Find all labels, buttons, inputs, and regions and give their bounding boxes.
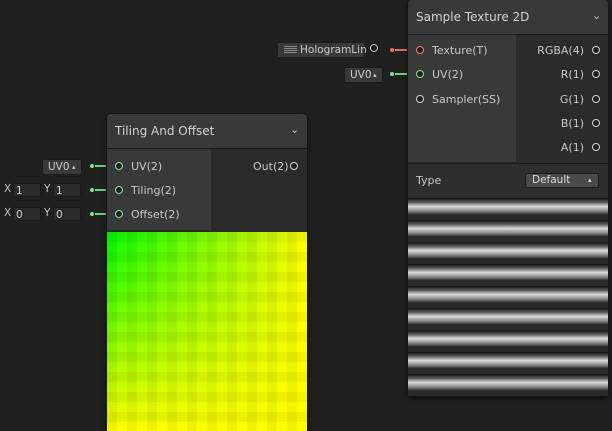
uv-input-port[interactable]	[115, 162, 123, 170]
object-picker-icon[interactable]	[370, 44, 378, 52]
dropdown-arrows-icon: ▴	[373, 71, 377, 79]
hologram-line	[408, 374, 608, 391]
offset-x-field[interactable]: 0	[13, 207, 41, 221]
tiling-input-port[interactable]	[115, 186, 123, 194]
uv-input-wire-dot	[90, 164, 94, 168]
texture-thumbnail-icon	[284, 46, 297, 54]
sample-node-header[interactable]: Sample Texture 2D ⌄	[408, 0, 608, 35]
dropdown-arrows-icon: ▴	[588, 176, 592, 184]
texture-wire-dot	[390, 48, 394, 52]
hologram-line	[408, 286, 608, 303]
sample-uv-input-label: UV(2)	[432, 68, 464, 81]
r-output-label: R(1)	[560, 68, 584, 81]
b-output-port[interactable]	[592, 119, 600, 127]
tiling-y-field[interactable]: 1	[53, 183, 81, 197]
tiling-and-offset-node[interactable]: Tiling And Offset ⌄ UV(2) Tiling(2) Offs…	[107, 114, 307, 431]
hologram-line	[408, 330, 608, 347]
tiling-uv-channel-value: UV0	[48, 161, 70, 173]
hologram-line	[408, 198, 608, 215]
rgba-output-label: RGBA(4)	[537, 44, 584, 57]
texture-input-label: Texture(T)	[432, 44, 488, 57]
tiling-wire-dot	[90, 188, 94, 192]
chevron-down-icon[interactable]: ⌄	[290, 123, 299, 136]
texture-input-port[interactable]	[416, 46, 424, 54]
sample-uv-channel-dropdown[interactable]: UV0 ▴	[344, 67, 383, 83]
sampler-input-port[interactable]	[416, 95, 424, 103]
hologram-line	[408, 352, 608, 369]
tiling-x-field[interactable]: 1	[13, 183, 41, 197]
tiling-input-label: Tiling(2)	[131, 184, 177, 197]
out-output-port[interactable]	[290, 162, 298, 170]
tiling-uv-channel-dropdown[interactable]: UV0 ▴	[42, 159, 82, 175]
sample-texture-2d-node[interactable]: Sample Texture 2D ⌄ Texture(T) UV(2) Sam…	[408, 0, 608, 396]
texture-asset-name: HologramLin	[300, 44, 367, 56]
sample-uv-input-port[interactable]	[416, 70, 424, 78]
offset-y-field[interactable]: 0	[53, 207, 81, 221]
hologram-line	[408, 264, 608, 281]
type-dropdown[interactable]: Default ▴	[525, 173, 599, 188]
tiling-node-header[interactable]: Tiling And Offset ⌄	[107, 114, 307, 149]
preview-pixelation	[107, 232, 307, 431]
a-output-port[interactable]	[592, 143, 600, 151]
g-output-port[interactable]	[592, 95, 600, 103]
type-label: Type	[416, 174, 442, 187]
out-output-label: Out(2)	[253, 160, 289, 173]
sampler-input-label: Sampler(SS)	[432, 93, 501, 106]
uv-wire-dot	[390, 72, 394, 76]
g-output-label: G(1)	[559, 93, 584, 106]
dropdown-arrows-icon: ▴	[72, 163, 76, 171]
b-output-label: B(1)	[560, 117, 584, 130]
tiling-node-title: Tiling And Offset	[115, 124, 215, 138]
rgba-output-port[interactable]	[592, 46, 600, 54]
hologram-line	[408, 242, 608, 259]
offset-y-label: Y	[44, 207, 51, 219]
type-row: Type Default ▴	[408, 163, 608, 196]
uv-input-label: UV(2)	[131, 160, 163, 173]
sample-node-title: Sample Texture 2D	[416, 10, 530, 24]
a-output-label: A(1)	[560, 141, 584, 154]
hologram-line	[408, 220, 608, 237]
texture-preview	[408, 196, 608, 396]
uv-gradient-preview	[107, 232, 307, 431]
offset-input-port[interactable]	[115, 210, 123, 218]
offset-x-label: X	[4, 207, 12, 219]
offset-input-label: Offset(2)	[131, 208, 180, 221]
offset-wire-dot	[90, 212, 94, 216]
hologram-line	[408, 308, 608, 325]
chevron-down-icon[interactable]: ⌄	[592, 9, 601, 22]
sample-uv-channel-value: UV0	[350, 69, 372, 81]
tiling-x-label: X	[4, 183, 12, 195]
tiling-y-label: Y	[44, 183, 51, 195]
r-output-port[interactable]	[592, 70, 600, 78]
type-dropdown-value: Default	[532, 174, 571, 186]
texture-asset-field[interactable]: HologramLin	[277, 42, 367, 58]
